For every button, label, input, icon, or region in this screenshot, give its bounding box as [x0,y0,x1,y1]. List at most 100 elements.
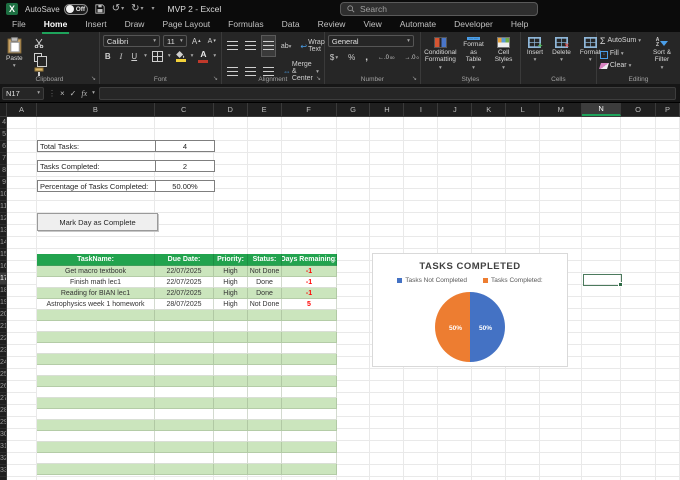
table-cell[interactable]: Priority: [214,254,248,266]
mark-day-complete-button[interactable]: Mark Day as Complete [37,213,158,231]
row-header[interactable]: 10 [0,189,6,201]
table-cell[interactable] [155,321,214,332]
row-header[interactable]: 14 [0,237,6,249]
sort-filter-button[interactable]: AZ Sort & Filter ▾ [647,35,677,73]
fill-button[interactable]: ↓ Fill ▾ [599,50,641,59]
autosave-control[interactable]: AutoSave Off [25,3,88,15]
column-header-o[interactable]: O [621,103,657,116]
table-cell[interactable] [37,398,155,409]
insert-function-icon[interactable]: fx [81,89,87,98]
tasks-completed-chart[interactable]: TASKS COMPLETED Tasks Not Completed Tasks… [372,253,568,367]
table-cell[interactable]: -1 [282,288,337,299]
table-cell[interactable] [37,332,155,343]
table-cell[interactable] [37,365,155,376]
row-header[interactable]: 12 [0,213,6,225]
table-cell[interactable] [155,343,214,354]
row-header[interactable]: 13 [0,225,6,237]
table-cell[interactable] [282,343,337,354]
table-cell[interactable] [155,431,214,442]
cancel-formula-icon[interactable]: × [60,89,65,98]
table-cell[interactable] [214,365,248,376]
table-cell[interactable] [282,321,337,332]
table-cell[interactable] [37,343,155,354]
table-cell[interactable] [37,442,155,453]
row-header[interactable]: 27 [0,393,6,405]
column-header-f[interactable]: F [282,103,337,116]
font-dialog-launcher-icon[interactable]: ↘ [212,76,219,83]
orientation-button[interactable]: ab▾ [279,41,294,52]
tab-view[interactable]: View [361,18,383,32]
table-cell[interactable] [282,365,337,376]
clipboard-dialog-launcher-icon[interactable]: ↘ [90,76,97,83]
borders-icon[interactable] [151,50,163,62]
column-header-h[interactable]: H [370,103,405,116]
table-cell[interactable] [37,387,155,398]
table-cell[interactable]: -1 [282,277,337,288]
row-header[interactable]: 28 [0,405,6,417]
table-cell[interactable] [37,453,155,464]
row-header[interactable]: 25 [0,369,6,381]
font-size-select[interactable]: 11 ▾ [163,35,187,47]
row-header[interactable]: 6 [0,141,6,153]
table-cell[interactable]: Finish math lec1 [37,277,155,288]
table-cell[interactable] [282,431,337,442]
tab-formulas[interactable]: Formulas [226,18,265,32]
underline-dropdown-icon[interactable]: ▾ [144,53,147,59]
column-header-l[interactable]: L [506,103,541,116]
table-cell[interactable] [214,310,248,321]
table-cell[interactable] [248,332,282,343]
table-cell[interactable] [37,354,155,365]
format-as-table-button[interactable]: Format as Table ▾ [459,35,488,73]
conditional-formatting-button[interactable]: Conditional Formatting ▾ [424,35,457,73]
column-header-j[interactable]: J [438,103,473,116]
table-cell[interactable] [214,442,248,453]
column-header-b[interactable]: B [37,103,155,116]
row-header[interactable]: 22 [0,333,6,345]
table-cell[interactable] [155,332,214,343]
table-cell[interactable] [214,398,248,409]
table-cell[interactable] [282,332,337,343]
column-header-n[interactable]: N [582,103,622,116]
underline-button[interactable]: U [129,51,139,62]
bold-button[interactable]: B [103,51,113,62]
table-cell[interactable]: -1 [282,266,337,277]
table-cell[interactable] [282,453,337,464]
table-cell[interactable] [282,420,337,431]
decrease-font-size-button[interactable]: A ▾ [206,37,218,46]
percent-button[interactable]: % [346,52,357,63]
table-cell[interactable]: TaskName: [37,254,155,266]
table-cell[interactable] [214,343,248,354]
comma-style-button[interactable]: , [363,51,370,64]
italic-button[interactable]: I [118,51,125,62]
table-cell[interactable]: High [214,266,248,277]
font-color-button[interactable]: A [198,50,209,63]
insert-cells-button[interactable]: Insert ▾ [524,35,546,73]
table-cell[interactable]: High [214,288,248,299]
currency-button[interactable]: $ ▾ [328,52,340,63]
row-header[interactable]: 18 [0,285,6,297]
search-input[interactable]: Search [340,2,538,16]
table-cell[interactable] [282,310,337,321]
table-cell[interactable] [282,464,337,475]
table-cell[interactable]: 5 [282,299,337,310]
table-cell[interactable] [214,409,248,420]
save-icon[interactable] [95,4,105,14]
autosum-button[interactable]: Σ AutoSum ▾ [600,36,641,47]
top-align-button[interactable] [225,35,240,57]
table-cell[interactable]: Not Done [248,299,282,310]
table-cell[interactable] [214,464,248,475]
table-cell[interactable]: Reading for BIAN lec1 [37,288,155,299]
table-cell[interactable]: 28/07/2025 [155,299,214,310]
row-header[interactable]: 31 [0,441,6,453]
table-cell[interactable] [248,365,282,376]
row-header[interactable]: 23 [0,345,6,357]
table-cell[interactable] [248,453,282,464]
table-cell[interactable] [37,431,155,442]
table-cell[interactable] [155,354,214,365]
row-header[interactable]: 29 [0,417,6,429]
row-header[interactable]: 24 [0,357,6,369]
table-cell[interactable] [248,354,282,365]
table-cell[interactable] [37,464,155,475]
name-box[interactable]: N17 ▾ [2,86,44,100]
formula-input[interactable] [98,86,676,100]
